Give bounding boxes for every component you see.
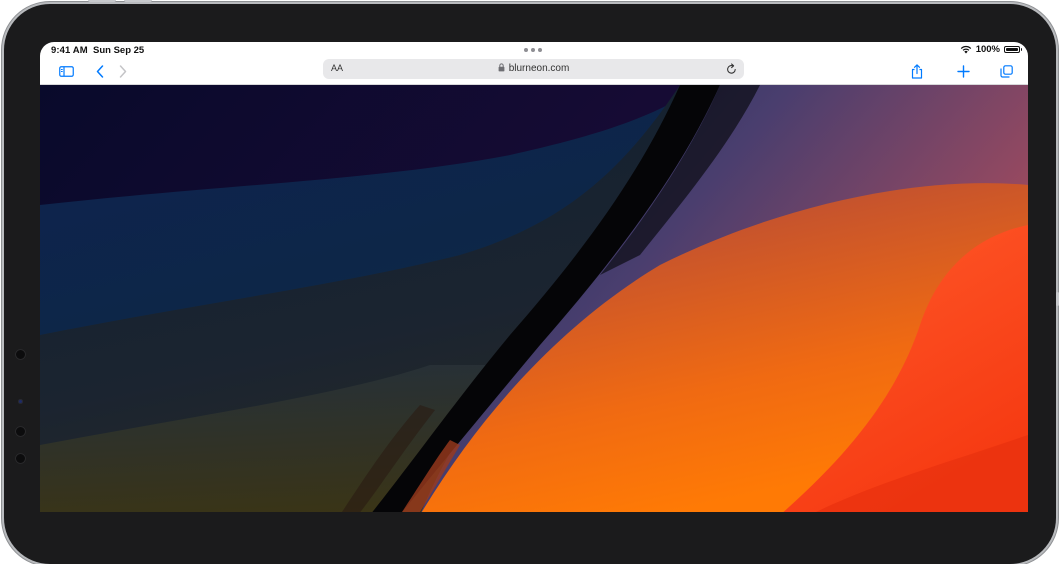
tabs-icon[interactable] (997, 63, 1015, 79)
safari-toolbar: AA blurneon.com (40, 58, 1028, 85)
battery-icon (1004, 46, 1022, 53)
url-display[interactable]: blurneon.com (323, 63, 744, 74)
side-button-right (1056, 292, 1059, 306)
address-bar[interactable]: AA blurneon.com (323, 59, 744, 79)
top-button (88, 0, 116, 2)
top-button-2 (124, 0, 152, 2)
new-tab-icon[interactable] (954, 63, 972, 79)
sensor-dot (18, 399, 23, 404)
camera-dot (15, 349, 26, 360)
url-text: blurneon.com (508, 63, 570, 74)
status-time: 9:41 AM (51, 45, 88, 56)
battery-percent: 100% (975, 44, 1000, 55)
forward-icon[interactable] (114, 63, 132, 79)
status-bar: 9:41 AM Sun Sep 25 100% (40, 42, 1028, 58)
wifi-icon (960, 45, 971, 54)
reload-icon[interactable] (726, 62, 737, 80)
camera-dot-3 (15, 453, 26, 464)
lock-icon (498, 63, 505, 72)
ipad-frame: 9:41 AM Sun Sep 25 100% AA blurneon.com (4, 0, 1059, 564)
camera-dot-2 (15, 426, 26, 437)
multitask-dots-icon[interactable] (524, 48, 542, 52)
status-right: 100% (960, 44, 1022, 55)
share-icon[interactable] (908, 63, 926, 79)
screen: 9:41 AM Sun Sep 25 100% AA blurneon.com (40, 42, 1028, 512)
wallpaper-image (40, 85, 1028, 512)
back-icon[interactable] (91, 63, 109, 79)
status-date: Sun Sep 25 (93, 45, 145, 56)
sidebar-icon[interactable] (57, 63, 75, 79)
